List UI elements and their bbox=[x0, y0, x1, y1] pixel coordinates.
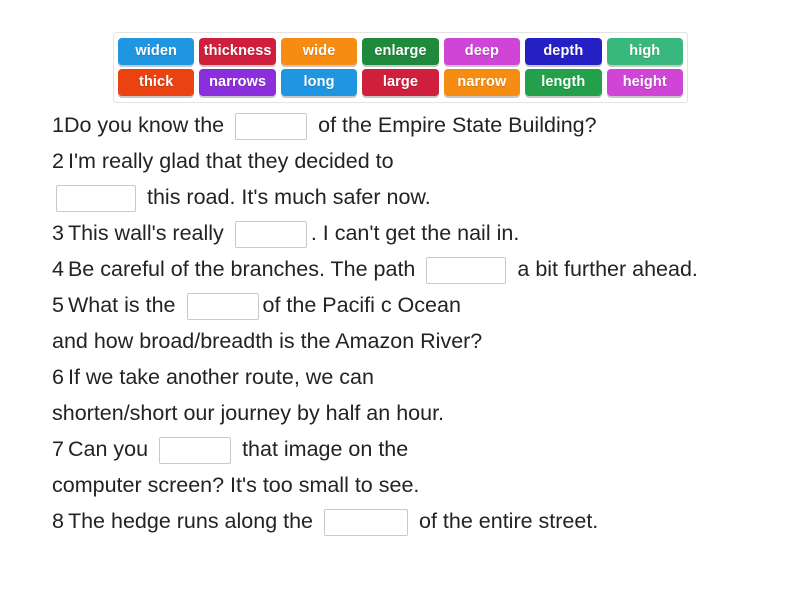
sentence-7-before: Can you bbox=[67, 437, 149, 462]
sentence-5-after: of the Pacifi c Ocean bbox=[262, 293, 461, 318]
sentence-8-before: The hedge runs along the bbox=[67, 509, 314, 534]
sentence-1-number: 1 bbox=[52, 113, 64, 138]
word-tile-widen[interactable]: widen bbox=[118, 38, 195, 65]
word-bank-row-2: thick narrows long large narrow length h… bbox=[118, 69, 683, 96]
word-tile-enlarge[interactable]: enlarge bbox=[362, 38, 439, 65]
sentence-5-before: What is the bbox=[67, 293, 176, 318]
gap-input-1[interactable] bbox=[235, 112, 308, 140]
word-tile-length[interactable]: length bbox=[525, 69, 602, 96]
sentence-5-part-b: and how broad/breadth is the Amazon Rive… bbox=[52, 324, 780, 360]
sentence-3-number: 3 bbox=[52, 221, 64, 246]
word-bank-row-1: widen thickness wide enlarge deep depth … bbox=[118, 38, 683, 65]
sentence-3-before: This wall's really bbox=[67, 221, 224, 246]
sentence-8-number: 8 bbox=[52, 509, 64, 534]
sentence-1: 1 Do you know the of the Empire State Bu… bbox=[52, 108, 780, 144]
sentence-7-part-a: 7 Can you that image on the bbox=[52, 432, 780, 468]
word-tile-large[interactable]: large bbox=[362, 69, 439, 96]
word-tile-height[interactable]: height bbox=[606, 69, 683, 96]
gap-input-4[interactable] bbox=[426, 256, 507, 284]
word-tile-depth[interactable]: depth bbox=[525, 38, 602, 65]
word-tile-narrows[interactable]: narrows bbox=[199, 69, 276, 96]
gap-input-8[interactable] bbox=[324, 508, 409, 536]
sentence-6-text: If we take another route, we can bbox=[67, 365, 374, 390]
sentence-3: 3 This wall's really . I can't get the n… bbox=[52, 216, 780, 252]
sentence-2-text: I'm really glad that they decided to bbox=[67, 149, 394, 174]
sentence-4-after: a bit further ahead. bbox=[517, 257, 698, 282]
sentence-7-continuation: computer screen? It's too small to see. bbox=[52, 473, 420, 498]
sentence-2-number: 2 bbox=[52, 149, 64, 174]
sentence-6-continuation: shorten/short our journey by half an hou… bbox=[52, 401, 445, 426]
sentence-1-before: Do you know the bbox=[63, 113, 225, 138]
word-tile-deep[interactable]: deep bbox=[443, 38, 521, 65]
sentence-4: 4 Be careful of the branches. The path a… bbox=[52, 252, 780, 288]
sentence-6-number: 6 bbox=[52, 365, 64, 390]
word-tile-high[interactable]: high bbox=[606, 38, 683, 65]
sentence-4-before: Be careful of the branches. The path bbox=[67, 257, 416, 282]
sentence-list: 1 Do you know the of the Empire State Bu… bbox=[52, 108, 780, 540]
word-tile-thickness[interactable]: thickness bbox=[199, 38, 276, 65]
word-tile-thick[interactable]: thick bbox=[118, 69, 195, 96]
sentence-1-after: of the Empire State Building? bbox=[318, 113, 597, 138]
sentence-4-number: 4 bbox=[52, 257, 64, 282]
sentence-6-part-b: shorten/short our journey by half an hou… bbox=[52, 396, 780, 432]
gap-input-2[interactable] bbox=[56, 184, 136, 212]
sentence-6-part-a: 6 If we take another route, we can bbox=[52, 360, 780, 396]
gap-input-3[interactable] bbox=[234, 220, 307, 248]
word-bank: widen thickness wide enlarge deep depth … bbox=[113, 32, 688, 103]
sentence-8-after: of the entire street. bbox=[419, 509, 599, 534]
gap-input-7[interactable] bbox=[159, 436, 232, 464]
sentence-3-after: . I can't get the nail in. bbox=[310, 221, 520, 246]
gap-input-5[interactable] bbox=[186, 292, 259, 320]
sentence-5-number: 5 bbox=[52, 293, 64, 318]
sentence-5-part-a: 5 What is the of the Pacifi c Ocean bbox=[52, 288, 780, 324]
sentence-5-continuation: and how broad/breadth is the Amazon Rive… bbox=[52, 329, 483, 354]
sentence-7-part-b: computer screen? It's too small to see. bbox=[52, 468, 780, 504]
sentence-7-number: 7 bbox=[52, 437, 64, 462]
word-tile-long[interactable]: long bbox=[280, 69, 358, 96]
sentence-8: 8 The hedge runs along the of the entire… bbox=[52, 504, 780, 540]
word-tile-narrow[interactable]: narrow bbox=[443, 69, 521, 96]
sentence-2-after: this road. It's much safer now. bbox=[147, 185, 431, 210]
sentence-2-part-a: 2 I'm really glad that they decided to bbox=[52, 144, 780, 180]
sentence-7-after: that image on the bbox=[242, 437, 409, 462]
word-tile-wide[interactable]: wide bbox=[280, 38, 358, 65]
sentence-2-part-b: this road. It's much safer now. bbox=[52, 180, 780, 216]
